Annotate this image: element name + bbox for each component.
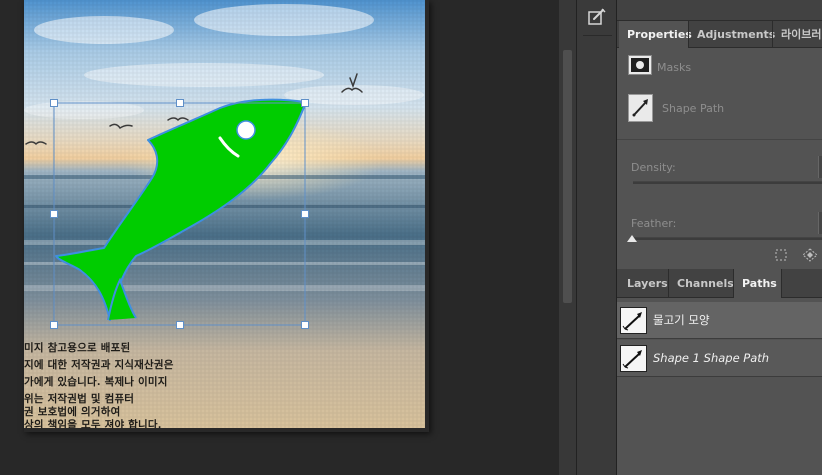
feather-slider[interactable] (633, 237, 822, 240)
handle-top-left (50, 99, 58, 107)
fish-path-icon (620, 345, 647, 372)
pixel-mask-icon[interactable] (628, 55, 652, 75)
pen-path-icon[interactable] (628, 94, 653, 122)
canvas-vertical-scrollbar[interactable] (559, 0, 576, 475)
properties-tab-bar: Properties Adjustments 라이브러리 (617, 21, 822, 48)
panel-dock-header (617, 0, 822, 21)
path-row-shape-1[interactable]: Shape 1 Shape Path (617, 340, 822, 377)
tab-adjustments[interactable]: Adjustments (689, 21, 775, 48)
path-row-fish[interactable]: 물고기 모양 (617, 302, 822, 339)
caption-line: 지에 대한 저작권과 지식재산권은 (24, 359, 174, 371)
path-name: Shape 1 Shape Path (653, 351, 770, 365)
path-name: 물고기 모양 (653, 313, 710, 327)
tab-channels[interactable]: Channels (669, 269, 734, 298)
handle-bottom-left (50, 321, 58, 329)
shape-path-row[interactable]: Shape Path (617, 88, 822, 128)
shape-path-label: Shape Path (662, 102, 725, 115)
density-label: Density: (631, 161, 676, 174)
right-panel-dock: Properties Adjustments 라이브러리 Masks Shape… (617, 0, 822, 475)
document-canvas[interactable]: 미지 참고용으로 배포된 지에 대한 저작권과 지식재산권은 가에게 있습니다.… (24, 0, 425, 428)
layers-tab-bar: Layers Channels Paths (617, 269, 822, 298)
marquee-select-icon[interactable] (774, 247, 788, 261)
tab-layers[interactable]: Layers (619, 269, 668, 298)
tab-libraries[interactable]: 라이브러리 (773, 21, 822, 48)
handle-top-center (176, 99, 184, 107)
tab-divider (781, 269, 782, 298)
masks-label: Masks (657, 61, 692, 74)
section-divider (617, 139, 822, 140)
caption-line: 가에게 있습니다. 복제나 이미지 (24, 376, 168, 388)
strip-divider (583, 35, 612, 36)
handle-middle-right (301, 210, 309, 218)
handle-bottom-right (301, 321, 309, 329)
photoshop-window: 미지 참고용으로 배포된 지에 대한 저작권과 지식재산권은 가에게 있습니다.… (0, 0, 822, 475)
masks-row[interactable]: Masks (617, 49, 822, 85)
canvas-area[interactable]: 미지 참고용으로 배포된 지에 대한 저작권과 지식재산권은 가에게 있습니다.… (0, 0, 560, 475)
handle-bottom-center (176, 321, 184, 329)
scrollbar-thumb[interactable] (563, 50, 572, 303)
tab-properties[interactable]: Properties (619, 21, 692, 48)
density-slider[interactable] (633, 181, 822, 184)
density-input[interactable] (818, 156, 822, 178)
panel-icon-strip (576, 0, 617, 475)
diamond-selection-icon[interactable] (802, 247, 818, 262)
feather-label: Feather: (631, 217, 677, 230)
edit-properties-icon[interactable] (586, 6, 608, 28)
feather-input[interactable] (818, 212, 822, 234)
handle-middle-left (50, 210, 58, 218)
feather-slider-handle[interactable] (627, 235, 637, 242)
fish-path-icon (620, 307, 647, 334)
caption-line: 상의 책임을 모두 져야 합니다. (24, 419, 162, 428)
tab-paths[interactable]: Paths (734, 269, 781, 298)
handle-top-right (301, 99, 309, 107)
caption-line: 미지 참고용으로 배포된 (24, 342, 131, 354)
